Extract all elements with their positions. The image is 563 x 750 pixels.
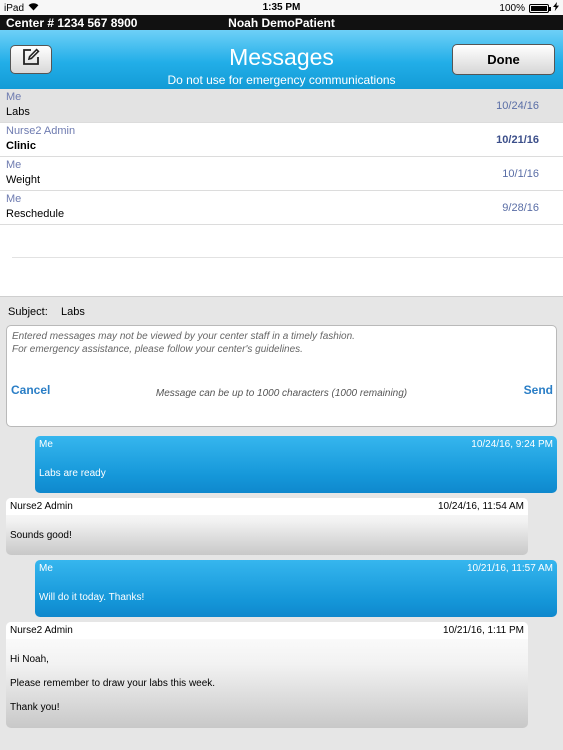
center-bar: Center # 1234 567 8900 Noah DemoPatient — [0, 15, 563, 30]
send-button[interactable]: Send — [524, 383, 553, 397]
list-item[interactable]: Nurse2 Admin Clinic 10/21/16 — [0, 123, 563, 157]
list-item-subject: Reschedule — [6, 208, 65, 220]
character-counter: Message can be up to 1000 characters (10… — [155, 388, 408, 399]
list-item-date: 10/24/16 — [496, 100, 539, 112]
battery-icon — [529, 3, 551, 13]
list-item[interactable]: Me Reschedule 9/28/16 — [0, 191, 563, 225]
battery-percent: 100% — [499, 2, 525, 14]
list-item-sender: Me — [6, 91, 22, 103]
list-item-sender: Nurse2 Admin — [6, 125, 76, 137]
status-bar: iPad 1:35 PM 100% — [0, 0, 563, 15]
list-item-date: 9/28/16 — [502, 202, 539, 214]
bubble-sender: Me — [39, 439, 53, 450]
message-bubble-me: Me 10/21/16, 11:57 AM Will do it today. … — [35, 560, 557, 617]
bubble-timestamp: 10/21/16, 11:57 AM — [467, 563, 553, 574]
bubble-sender: Nurse2 Admin — [10, 625, 73, 636]
bubble-sender: Me — [39, 563, 53, 574]
done-button[interactable]: Done — [452, 44, 555, 75]
message-bubble-me: Me 10/24/16, 9:24 PM Labs are ready — [35, 436, 557, 493]
bubble-body: Hi Noah, Please remember to draw your la… — [10, 654, 216, 713]
compose-panel: Subject: Labs Entered messages may not b… — [0, 296, 563, 430]
message-bubble-them: Nurse2 Admin 10/21/16, 1:11 PM Hi Noah, … — [6, 622, 528, 728]
bubble-body: Will do it today. Thanks! — [39, 592, 145, 603]
messages-header: Messages Do not use for emergency commun… — [0, 30, 563, 89]
bubble-timestamp: 10/21/16, 1:11 PM — [443, 625, 524, 636]
list-divider — [12, 257, 563, 258]
status-time: 1:35 PM — [262, 2, 301, 13]
emergency-notice: Do not use for emergency communications — [167, 73, 396, 87]
list-item[interactable]: Me Weight 10/1/16 — [0, 157, 563, 191]
subject-label: Subject: — [8, 306, 48, 318]
message-bubble-them: Nurse2 Admin 10/24/16, 11:54 AM Sounds g… — [6, 498, 528, 555]
list-item-subject: Labs — [6, 106, 30, 118]
bubble-timestamp: 10/24/16, 9:24 PM — [471, 439, 553, 450]
list-item-subject: Clinic — [6, 140, 36, 152]
bubble-body: Labs are ready — [39, 468, 106, 479]
subject-value[interactable]: Labs — [61, 306, 85, 318]
list-item[interactable]: Me Labs 10/24/16 — [0, 89, 563, 123]
bolt-icon — [553, 2, 559, 14]
bubble-timestamp: 10/24/16, 11:54 AM — [438, 501, 524, 512]
list-item-sender: Me — [6, 193, 22, 205]
list-item-subject: Weight — [6, 174, 41, 186]
message-input[interactable]: Entered messages may not be viewed by yo… — [6, 325, 557, 427]
bubble-body: Sounds good! — [10, 530, 72, 541]
patient-name: Noah DemoPatient — [228, 16, 335, 30]
list-item-sender: Me — [6, 159, 22, 171]
bubble-sender: Nurse2 Admin — [10, 501, 73, 512]
list-item-date: 10/21/16 — [496, 134, 539, 146]
list-item-date: 10/1/16 — [502, 168, 539, 180]
message-list: Me Labs 10/24/16 Nurse2 Admin Clinic 10/… — [0, 89, 563, 296]
message-placeholder: Entered messages may not be viewed by yo… — [12, 331, 355, 355]
